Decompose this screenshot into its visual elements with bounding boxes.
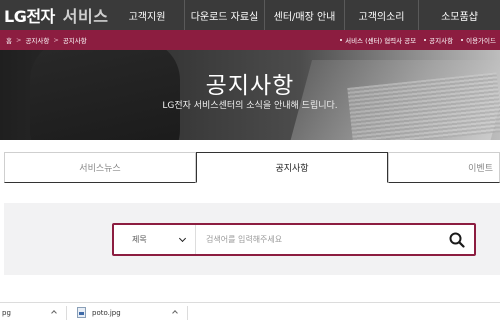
chevron-up-icon[interactable]	[51, 309, 57, 316]
download-item[interactable]: poto.jpg	[67, 303, 187, 323]
bullet-icon	[340, 39, 343, 41]
menu-item-support[interactable]: 고객지원	[110, 0, 184, 30]
logo-brand: LG전자	[4, 7, 55, 26]
page-title: 공지사항	[205, 73, 295, 99]
search-box: 제목	[112, 223, 476, 256]
menu-item-supplies-shop[interactable]: 소모품샵	[418, 0, 500, 30]
hero-banner: 공지사항 LG전자 서비스센터의 소식을 안내해 드립니다.	[0, 50, 500, 140]
page-subtitle: LG전자 서비스센터의 소식을 안내해 드립니다.	[162, 101, 338, 111]
search-field-select[interactable]: 제목	[114, 225, 196, 254]
logo[interactable]: LG전자 서비스	[4, 2, 108, 28]
breadcrumb-item[interactable]: 공지사항	[25, 35, 49, 45]
quick-link-guide[interactable]: 이용가이드	[461, 35, 496, 45]
breadcrumb: 홈 > 공지사항 > 공지사항	[6, 35, 87, 45]
breadcrumb-item-current: 공지사항	[62, 37, 87, 45]
home-link[interactable]: 홈	[6, 35, 12, 45]
menu-item-center-locator[interactable]: 센터/매장 안내	[264, 0, 344, 30]
tab-service-news[interactable]: 서비스뉴스	[4, 152, 196, 183]
category-tabs: 서비스뉴스 공지사항 이벤트	[0, 140, 500, 185]
chevron-down-icon	[178, 234, 187, 242]
chevron-right-icon: >	[15, 36, 22, 44]
quick-link-label: 공지사항	[429, 37, 454, 45]
download-bar: pg poto.jpg	[0, 302, 500, 322]
quick-link-notice[interactable]: 공지사항	[424, 35, 453, 45]
main-menu: 고객지원 다운로드 자료실 센터/매장 안내 고객의소리 소모품샵	[110, 0, 500, 30]
bullet-icon	[424, 39, 427, 41]
tab-notice[interactable]: 공지사항	[196, 152, 388, 183]
quick-link-partner-recruit[interactable]: 서비스 (센터) 협력사 공모	[340, 35, 416, 45]
bullet-icon	[461, 39, 464, 41]
breadcrumb-bar: 홈 > 공지사항 > 공지사항 서비스 (센터) 협력사 공모 공지사항 이용가…	[0, 30, 500, 50]
search-input[interactable]	[196, 225, 440, 254]
search-area: 제목	[4, 203, 500, 275]
menu-item-downloads[interactable]: 다운로드 자료실	[184, 0, 264, 30]
search-icon	[449, 232, 465, 248]
download-item[interactable]: pg	[0, 303, 66, 323]
top-navigation: LG전자 서비스 고객지원 다운로드 자료실 센터/매장 안내 고객의소리 소모…	[0, 0, 500, 30]
quick-links: 서비스 (센터) 협력사 공모 공지사항 이용가이드	[340, 30, 496, 50]
download-filename: poto.jpg	[92, 308, 121, 317]
divider	[187, 305, 188, 320]
image-file-icon	[77, 307, 86, 318]
quick-link-label: 이용가이드	[466, 37, 496, 45]
quick-link-label: 서비스 (센터) 협력사 공모	[345, 37, 417, 45]
search-button[interactable]	[440, 225, 474, 254]
menu-item-customer-voice[interactable]: 고객의소리	[344, 0, 418, 30]
tab-event[interactable]: 이벤트	[388, 152, 500, 183]
download-filename: pg	[2, 308, 11, 317]
chevron-right-icon: >	[53, 36, 59, 44]
chevron-up-icon[interactable]	[172, 309, 178, 316]
search-field-select-value: 제목	[132, 235, 147, 244]
logo-service: 서비스	[62, 7, 109, 26]
